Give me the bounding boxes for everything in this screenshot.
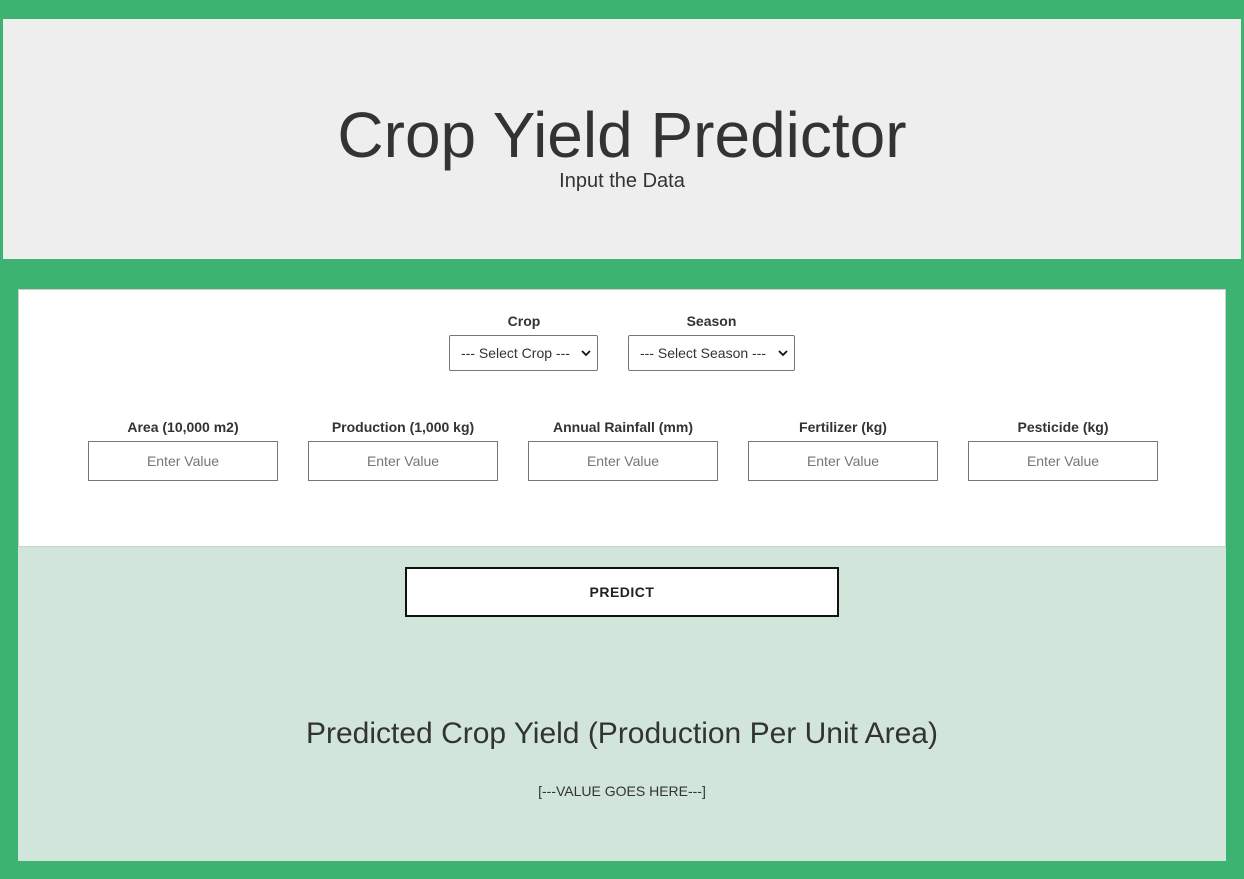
- pesticide-input[interactable]: [968, 441, 1158, 481]
- result-value: [---VALUE GOES HERE---]: [538, 783, 706, 799]
- annual-rainfall-label: Annual Rainfall (mm): [552, 419, 693, 435]
- result-title: Predicted Crop Yield (Production Per Uni…: [306, 717, 938, 750]
- crop-select[interactable]: --- Select Crop ---: [449, 335, 598, 371]
- input-form: Crop --- Select Crop --- Season --- Sele…: [18, 289, 1226, 546]
- area-label: Area (10,000 m2): [127, 419, 239, 435]
- area-input[interactable]: [88, 441, 278, 481]
- page-title: Crop Yield Predictor: [337, 99, 907, 171]
- chevron-down-icon: [778, 350, 788, 357]
- season-select[interactable]: --- Select Season ---: [628, 335, 795, 371]
- predict-button[interactable]: PREDICT: [405, 567, 839, 617]
- fertilizer-label: Fertilizer (kg): [799, 419, 887, 435]
- annual-rainfall-input[interactable]: [528, 441, 718, 481]
- production-label: Production (1,000 kg): [331, 419, 475, 435]
- chevron-down-icon: [581, 350, 591, 357]
- header: Crop Yield Predictor Input the Data: [3, 19, 1241, 259]
- pesticide-label: Pesticide (kg): [1017, 419, 1109, 435]
- result-panel: PREDICT Predicted Crop Yield (Production…: [18, 546, 1226, 861]
- season-select-value: --- Select Season ---: [640, 345, 767, 361]
- fertilizer-input[interactable]: [748, 441, 938, 481]
- crop-label: Crop: [507, 313, 541, 329]
- season-label: Season: [686, 313, 737, 329]
- production-input[interactable]: [308, 441, 498, 481]
- page-subtitle: Input the Data: [559, 170, 685, 192]
- crop-select-value: --- Select Crop ---: [461, 345, 570, 361]
